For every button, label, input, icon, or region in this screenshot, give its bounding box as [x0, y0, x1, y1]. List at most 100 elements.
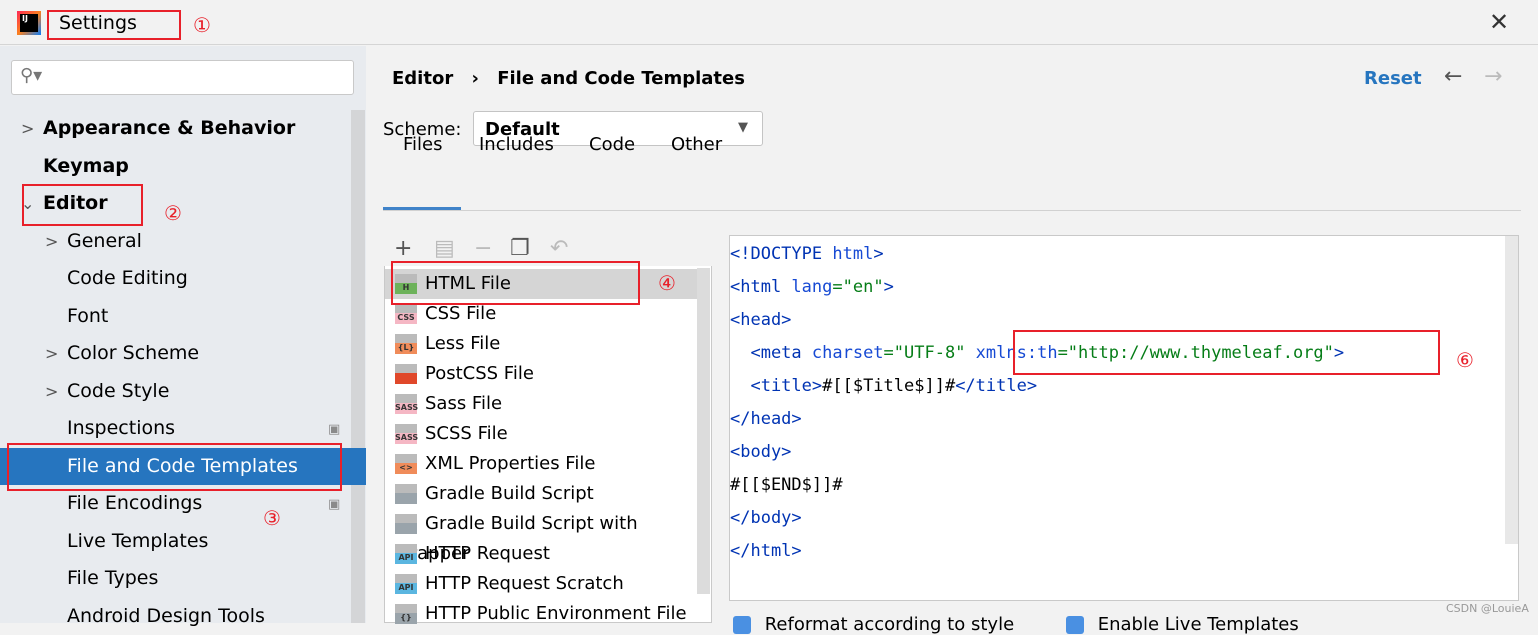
template-list-item[interactable]: SASS SCSS File — [395, 419, 700, 449]
code-token: lang — [791, 277, 833, 297]
chevron-right-icon[interactable]: > — [45, 335, 58, 372]
template-list-item[interactable]: Gradle Build Script with wrapper — [395, 509, 700, 564]
project-level-icon: ▣ — [328, 422, 341, 437]
add-icon[interactable]: + — [394, 236, 412, 261]
template-list-item[interactable]: API HTTP Request Scratch — [395, 569, 700, 599]
sidebar-item-label: Color Scheme — [67, 342, 200, 364]
intellij-logo: IJ — [17, 11, 41, 35]
sidebar-item-live-templates[interactable]: Live Templates — [0, 523, 351, 560]
sidebar-item-label: Code Editing — [67, 267, 188, 289]
sidebar-item-android-design-tools[interactable]: Android Design Tools — [0, 598, 351, 635]
highlight-box — [7, 443, 342, 491]
checkbox-checked-icon — [733, 616, 751, 634]
code-line: <html lang="en"> — [730, 271, 894, 304]
template-list-item[interactable]: <> XML Properties File — [395, 449, 700, 479]
code-line: </head> — [730, 403, 802, 436]
template-list-item[interactable]: API HTTP Request — [395, 539, 700, 569]
watermark: CSDN @LouieA — [1446, 602, 1529, 615]
remove-icon[interactable]: − — [474, 236, 492, 261]
annotation-4: ④ — [658, 271, 676, 295]
template-name: Sass File — [425, 393, 503, 414]
code-line: <!DOCTYPE html> — [730, 238, 884, 271]
sidebar-item-label: Appearance & Behavior — [43, 117, 296, 139]
sidebar-item-label: Code Style — [67, 380, 170, 402]
code-token: ="UTF-8" — [883, 343, 976, 363]
code-line: </html> — [730, 535, 802, 568]
sidebar-item-code-style[interactable]: > Code Style — [0, 373, 351, 410]
project-level-icon: ▣ — [328, 497, 341, 512]
code-token: </html> — [730, 541, 802, 561]
tab-other[interactable]: Other — [671, 134, 722, 155]
code-line: <body> — [730, 436, 791, 469]
template-code-editor[interactable]: <!DOCTYPE html> <html lang="en"> <head> <m… — [729, 235, 1519, 601]
reset-button[interactable]: Reset — [1364, 68, 1422, 89]
annotation-1: ① — [193, 13, 211, 37]
file-type-icon — [395, 484, 417, 504]
sidebar-item-code-editing[interactable]: Code Editing — [0, 260, 351, 297]
tab-includes[interactable]: Includes — [479, 134, 554, 155]
annotation-3: ③ — [263, 506, 281, 530]
checkbox-label: Reformat according to style — [764, 614, 1015, 635]
code-token: charset — [811, 343, 884, 363]
chevron-right-icon[interactable]: > — [45, 373, 58, 410]
tab-files[interactable]: Files — [403, 134, 443, 155]
reset-icon[interactable]: ↶ — [550, 236, 568, 261]
sidebar-item-label: Keymap — [43, 155, 129, 177]
template-list-item[interactable]: PostCSS File — [395, 359, 700, 389]
breadcrumb-editor[interactable]: Editor — [392, 68, 453, 89]
back-arrow-icon[interactable]: ← — [1444, 64, 1462, 89]
title-bar: IJ Settings ① ✕ — [0, 0, 1538, 45]
close-icon[interactable]: ✕ — [1489, 8, 1509, 36]
file-type-icon: API — [395, 544, 417, 564]
file-type-icon: CSS — [395, 304, 417, 324]
template-name: XML Properties File — [425, 453, 596, 474]
copy-template-icon[interactable]: ▤ — [434, 236, 455, 261]
search-input[interactable]: ⚲▾ — [11, 60, 354, 95]
template-list-item[interactable]: SASS Sass File — [395, 389, 700, 419]
duplicate-icon[interactable]: ❐ — [510, 236, 530, 261]
file-type-icon — [395, 364, 417, 384]
checkbox-checked-icon — [1066, 616, 1084, 634]
template-name: Gradle Build Script — [425, 483, 594, 504]
sidebar-item-inspections[interactable]: Inspections — [0, 410, 351, 447]
code-token: > — [883, 277, 894, 297]
sidebar-item-label: Live Templates — [67, 530, 209, 552]
highlight-box — [47, 10, 181, 40]
code-line: </body> — [730, 502, 802, 535]
template-list-item[interactable]: Gradle Build Script — [395, 479, 700, 509]
editor-scrollbar[interactable] — [1505, 236, 1518, 544]
chevron-right-icon[interactable]: > — [21, 110, 34, 147]
sidebar-item-font[interactable]: Font — [0, 298, 351, 335]
chevron-right-icon[interactable]: > — [45, 223, 58, 260]
template-list-item[interactable]: {} HTTP Public Environment File — [395, 599, 700, 629]
checkbox-live-templates[interactable]: Enable Live Templates — [1066, 614, 1299, 635]
file-type-icon: API — [395, 574, 417, 594]
file-type-icon: SASS — [395, 394, 418, 414]
template-list-item[interactable]: {L} Less File — [395, 329, 700, 359]
breadcrumb-separator: › — [471, 68, 479, 89]
code-token: #[[$Title$]]# — [822, 376, 956, 396]
tab-code[interactable]: Code — [589, 134, 635, 155]
code-token: > — [873, 244, 884, 264]
sidebar-item-keymap[interactable]: Keymap — [0, 148, 351, 185]
code-token: <body> — [730, 442, 792, 462]
code-token: </title> — [955, 376, 1038, 396]
file-type-icon: {L} — [395, 334, 417, 354]
sidebar-item-appearance-behavior[interactable]: > Appearance & Behavior — [0, 110, 351, 147]
checkbox-reformat[interactable]: Reformat according to style — [733, 614, 1014, 635]
highlight-box — [22, 184, 143, 226]
template-list: H HTML File CSS CSS File {L} Less File PostCSS… — [384, 266, 712, 624]
sidebar-scrollbar[interactable] — [351, 110, 365, 623]
file-type-icon: {} — [395, 604, 417, 624]
sidebar-item-label: Inspections — [67, 417, 176, 439]
template-name: PostCSS File — [425, 363, 534, 384]
sidebar-item-label: Android Design Tools — [67, 605, 265, 627]
sidebar-item-file-types[interactable]: File Types — [0, 560, 351, 597]
forward-arrow-icon[interactable]: → — [1484, 64, 1502, 89]
breadcrumb: Editor › File and Code Templates — [392, 68, 745, 89]
highlight-box — [1013, 330, 1440, 375]
template-name: HTTP Public Environment File — [425, 603, 687, 624]
sidebar-item-color-scheme[interactable]: > Color Scheme — [0, 335, 351, 372]
annotation-6: ⑥ — [1456, 348, 1474, 372]
sidebar-item-general[interactable]: > General — [0, 223, 351, 260]
